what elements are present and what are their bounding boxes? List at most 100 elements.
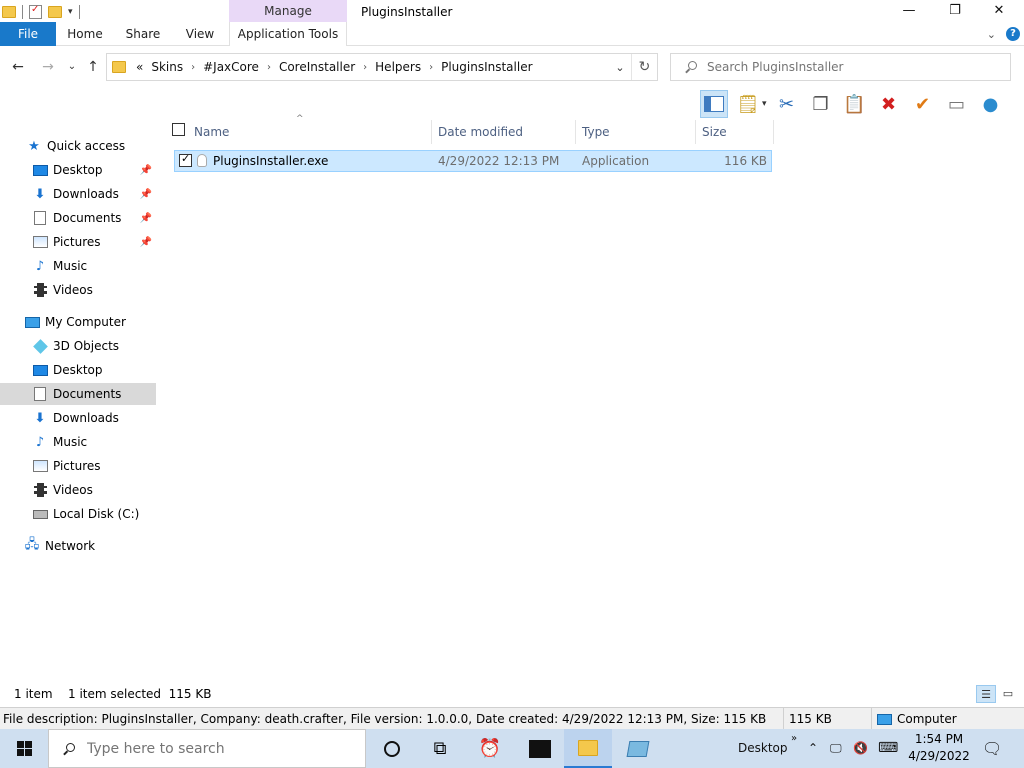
taskbar-app-alarms[interactable]: ⏰ [466, 729, 514, 768]
address-row: ← → ⌄ ↑ « Skins › #JaxCore › CoreInstall… [0, 50, 1024, 84]
nav-item-local-disk[interactable]: Local Disk (C:) [0, 503, 156, 525]
navigation-pane: ★ Quick access Desktop 📌 ⬇ Downloads 📌 D… [0, 120, 156, 680]
breadcrumb-overflow[interactable]: « [132, 60, 147, 74]
nav-item-pictures[interactable]: Pictures [0, 455, 156, 477]
row-checkbox[interactable] [179, 152, 192, 167]
details-size: 115 KB [786, 708, 872, 730]
recent-locations-icon[interactable]: ⌄ [62, 57, 82, 77]
preview-pane-button[interactable] [700, 90, 728, 118]
breadcrumb-item[interactable]: PluginsInstaller [437, 60, 536, 74]
forward-button[interactable]: → [38, 57, 58, 77]
volume-muted-icon[interactable]: 🔇 [853, 729, 868, 768]
start-button[interactable] [0, 729, 48, 768]
nav-item-music[interactable]: ♪ Music [0, 255, 156, 277]
breadcrumb-item[interactable]: Skins [147, 60, 187, 74]
column-size[interactable]: Size [696, 120, 774, 144]
cortana-button[interactable] [368, 729, 416, 768]
taskbar-app-photos[interactable] [516, 729, 564, 768]
tab-application-tools[interactable]: Application Tools [229, 22, 347, 46]
chevron-right-icon[interactable]: › [187, 62, 199, 73]
file-size: 116 KB [724, 154, 767, 168]
nav-item-documents[interactable]: Documents [0, 383, 156, 405]
tab-share[interactable]: Share [120, 22, 166, 46]
taskbar-search-input[interactable] [87, 740, 347, 757]
nav-quick-access[interactable]: ★ Quick access [0, 135, 156, 157]
details-view-button[interactable]: ☰ [976, 685, 996, 703]
show-hidden-icons[interactable]: ⌃ [808, 729, 818, 768]
tab-home[interactable]: Home [62, 22, 108, 46]
file-row[interactable]: PluginsInstaller.exe 4/29/2022 12:13 PM … [174, 150, 772, 172]
search-input[interactable] [707, 60, 997, 74]
pin-icon[interactable]: 📌 [140, 165, 152, 176]
refresh-button[interactable]: ↻ [631, 54, 657, 80]
nav-item-desktop[interactable]: Desktop 📌 [0, 159, 156, 181]
maximize-button[interactable]: ❐ [932, 0, 978, 22]
pin-icon[interactable]: 📌 [140, 189, 152, 200]
pin-icon[interactable]: 📌 [140, 213, 152, 224]
chevron-right-icon[interactable]: › [359, 62, 371, 73]
toolbar-overflow[interactable]: » [791, 719, 797, 758]
close-button[interactable]: ✕ [976, 0, 1022, 22]
search-box[interactable] [670, 53, 1011, 81]
nav-my-computer[interactable]: My Computer [0, 311, 156, 333]
nav-item-downloads[interactable]: ⬇ Downloads 📌 [0, 183, 156, 205]
pin-icon[interactable]: 📌 [140, 237, 152, 248]
column-type[interactable]: Type [576, 120, 696, 144]
taskbar-search[interactable] [48, 729, 366, 768]
large-icons-view-button[interactable]: ▭ [998, 685, 1018, 703]
taskbar-app-notepad[interactable] [614, 729, 662, 768]
apply-button[interactable]: ✔ [909, 90, 937, 118]
notifications-icon[interactable]: 🗨 [982, 729, 1002, 768]
expand-ribbon-icon[interactable]: ⌄ [987, 28, 996, 41]
breadcrumb-item[interactable]: #JaxCore [199, 60, 263, 74]
nav-item-desktop[interactable]: Desktop [0, 359, 156, 381]
copy-button[interactable]: ❐ [807, 90, 835, 118]
system-clock[interactable]: 1:54 PM 4/29/2022 [904, 731, 974, 765]
customize-toolbar-icon[interactable]: ▾ [68, 7, 73, 17]
network-icon[interactable]: 🖵 [830, 729, 842, 768]
desktop-toolbar-label[interactable]: Desktop [738, 729, 788, 768]
web-button[interactable]: ● [977, 90, 1005, 118]
taskbar-app-file-explorer[interactable] [564, 729, 612, 768]
keyboard-icon[interactable]: ⌨ [878, 729, 898, 768]
nav-item-videos[interactable]: Videos [0, 279, 156, 301]
manage-context-tab[interactable]: Manage [229, 0, 347, 22]
video-icon [33, 483, 47, 497]
breadcrumb-item[interactable]: Helpers [371, 60, 425, 74]
address-history-dropdown[interactable]: ⌄ [609, 61, 631, 74]
chevron-down-icon[interactable]: ▾ [762, 99, 767, 109]
properties-icon[interactable] [29, 4, 42, 19]
nav-network[interactable]: 🖧 Network [0, 535, 156, 557]
nav-label: Pictures [53, 459, 101, 473]
task-view-icon: ⧉ [433, 738, 447, 759]
nav-item-videos[interactable]: Videos [0, 479, 156, 501]
column-date-modified[interactable]: Date modified [432, 120, 576, 144]
new-folder-icon[interactable] [48, 6, 62, 18]
delete-button[interactable]: ✖ [875, 90, 903, 118]
up-button[interactable]: ↑ [83, 57, 103, 77]
task-view-button[interactable]: ⧉ [416, 729, 464, 768]
globe-icon: ● [982, 93, 999, 115]
nav-item-downloads[interactable]: ⬇ Downloads [0, 407, 156, 429]
nav-item-documents[interactable]: Documents 📌 [0, 207, 156, 229]
help-icon[interactable]: ? [1006, 27, 1020, 41]
ribbon-tabs: File Home Share View Application Tools ⌄… [0, 22, 1024, 46]
minimize-button[interactable]: — [886, 0, 932, 22]
separator [78, 5, 80, 19]
tab-view[interactable]: View [178, 22, 222, 46]
tab-file[interactable]: File [0, 22, 56, 46]
notes-button[interactable]: 🗒 [734, 90, 762, 118]
nav-item-pictures[interactable]: Pictures 📌 [0, 231, 156, 253]
nav-item-music[interactable]: ♪ Music [0, 431, 156, 453]
back-button[interactable]: ← [8, 57, 28, 77]
chevron-right-icon[interactable]: › [263, 62, 275, 73]
folder-icon[interactable] [2, 6, 16, 18]
column-name[interactable]: Name [188, 120, 432, 144]
paste-button[interactable]: 📋 [841, 90, 869, 118]
breadcrumb-item[interactable]: CoreInstaller [275, 60, 359, 74]
nav-item-3d-objects[interactable]: 3D Objects [0, 335, 156, 357]
rename-button[interactable]: ▭ [943, 90, 971, 118]
address-bar[interactable]: « Skins › #JaxCore › CoreInstaller › Hel… [106, 53, 658, 81]
cut-button[interactable]: ✂ [773, 90, 801, 118]
chevron-right-icon[interactable]: › [425, 62, 437, 73]
